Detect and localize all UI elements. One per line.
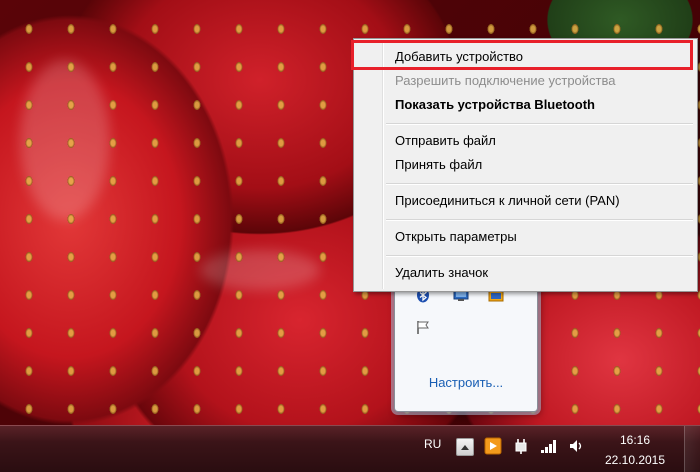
wallpaper-highlight [20, 60, 110, 220]
menu-item-open-settings[interactable]: Открыть параметры [356, 225, 695, 249]
power-plug-icon[interactable] [512, 437, 530, 455]
menu-item-add-device[interactable]: Добавить устройство [356, 45, 695, 69]
menu-separator [386, 255, 693, 257]
menu-item-receive-file[interactable]: Принять файл [356, 153, 695, 177]
menu-item-show-bluetooth-devices[interactable]: Показать устройства Bluetooth [356, 93, 695, 117]
menu-item-join-pan[interactable]: Присоединиться к личной сети (PAN) [356, 189, 695, 213]
show-hidden-icons-arrow-icon [461, 445, 469, 450]
clock-time: 16:16 [619, 433, 651, 447]
menu-separator [386, 219, 693, 221]
menu-separator [386, 183, 693, 185]
clock-date: 22.10.2015 [604, 453, 666, 467]
system-clock[interactable]: 16:16 22.10.2015 [603, 432, 667, 468]
signal-bars-icon[interactable] [540, 437, 558, 455]
taskbar: RU 16:16 22.10.2015 [0, 425, 700, 472]
customize-link[interactable]: Настроить... [395, 375, 537, 390]
media-player-icon[interactable] [484, 437, 502, 455]
menu-item-remove-icon[interactable]: Удалить значок [356, 261, 695, 285]
language-indicator[interactable]: RU [424, 437, 441, 451]
menu-item-send-file[interactable]: Отправить файл [356, 129, 695, 153]
show-desktop-button[interactable] [684, 426, 700, 472]
tray-overflow-popup: Настроить... [394, 278, 538, 412]
speaker-icon[interactable] [568, 437, 586, 455]
menu-item-allow-connection: Разрешить подключение устройства [395, 73, 616, 88]
show-hidden-icons-button[interactable] [456, 438, 474, 456]
bluetooth-context-menu: Добавить устройство Разрешить подключени… [353, 38, 698, 292]
wallpaper-highlight [200, 250, 320, 290]
menu-separator [386, 123, 693, 125]
action-center-flag-icon[interactable] [415, 319, 431, 335]
